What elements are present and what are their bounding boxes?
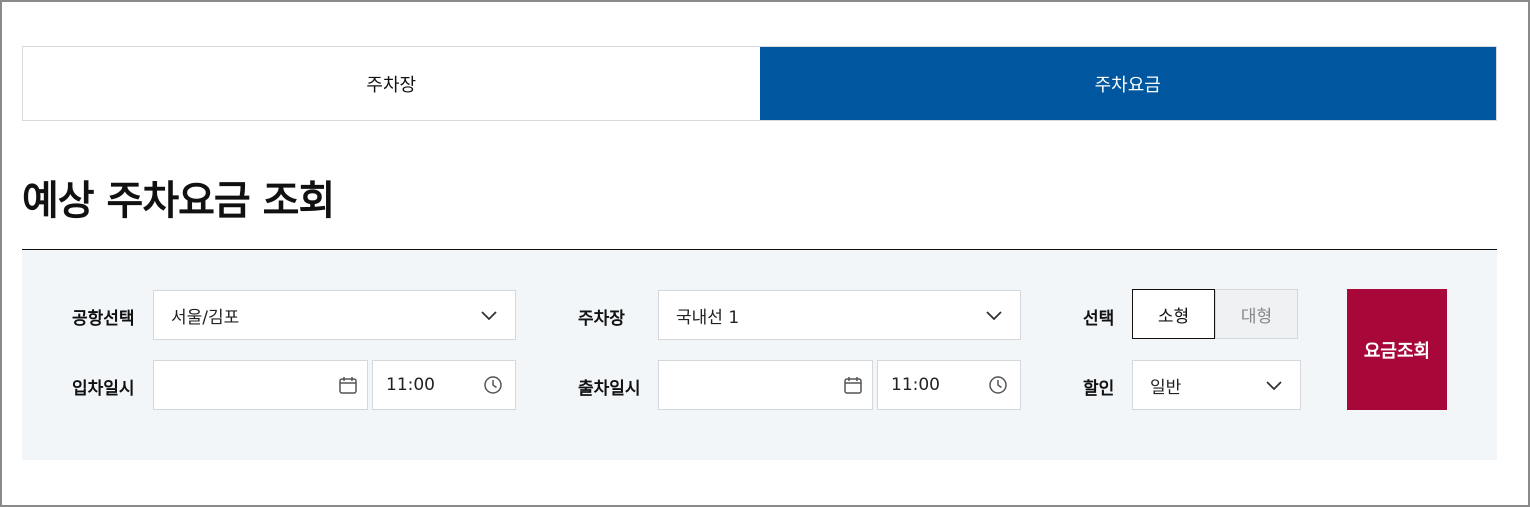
vehicle-type-label: 선택 — [1083, 309, 1115, 329]
chevron-down-icon — [984, 305, 1004, 325]
airport-select[interactable]: 서울/김포 — [153, 290, 516, 340]
exit-time-input[interactable]: 11:00 — [877, 360, 1021, 410]
airport-label: 공항선택 — [72, 309, 135, 329]
calendar-icon[interactable] — [843, 375, 863, 395]
tab-parking-lot[interactable]: 주차장 — [23, 47, 760, 120]
parking-lot-label: 주차장 — [578, 309, 625, 329]
parking-lot-value: 국내선 1 — [676, 307, 740, 328]
page-title: 예상 주차요금 조회 — [22, 178, 335, 224]
entry-label: 입차일시 — [72, 379, 135, 399]
calendar-icon[interactable] — [338, 375, 358, 395]
vehicle-large-option[interactable]: 대형 — [1215, 289, 1298, 339]
search-panel — [22, 250, 1497, 460]
tab-parking-fee[interactable]: 주차요금 — [759, 47, 1496, 120]
tab-bar: 주차장 주차요금 — [22, 46, 1497, 121]
discount-select[interactable]: 일반 — [1132, 360, 1301, 410]
vehicle-small-option[interactable]: 소형 — [1132, 289, 1215, 339]
discount-label: 할인 — [1083, 379, 1115, 399]
exit-label: 출차일시 — [578, 379, 641, 399]
fee-search-button[interactable]: 요금조회 — [1347, 289, 1447, 410]
clock-icon[interactable] — [988, 375, 1008, 395]
airport-value: 서울/김포 — [171, 307, 240, 328]
chevron-down-icon — [1264, 375, 1284, 395]
exit-date-input[interactable] — [658, 360, 873, 410]
clock-icon[interactable] — [483, 375, 503, 395]
chevron-down-icon — [479, 305, 499, 325]
entry-time-input[interactable]: 11:00 — [372, 360, 516, 410]
parking-lot-select[interactable]: 국내선 1 — [658, 290, 1021, 340]
entry-date-input[interactable] — [153, 360, 368, 410]
